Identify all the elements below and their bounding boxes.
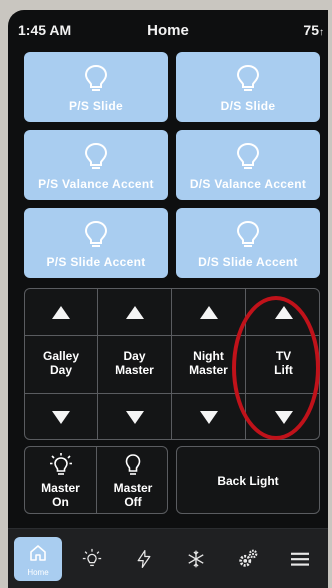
nav-menu-button[interactable] — [276, 537, 324, 581]
bulb-icon — [84, 142, 108, 169]
master-off-button[interactable]: Master Off — [97, 447, 169, 515]
bulb-icon — [84, 64, 108, 91]
bulb-icon — [236, 142, 260, 169]
day-master-up-button[interactable] — [98, 289, 171, 335]
light-tile-ds-slide-accent[interactable]: D/S Slide Accent — [176, 208, 320, 278]
light-tile-ps-slide-accent[interactable]: P/S Slide Accent — [24, 208, 168, 278]
light-tile-ps-slide[interactable]: P/S Slide — [24, 52, 168, 122]
gears-icon — [239, 549, 258, 567]
arrow-up-icon — [52, 306, 70, 319]
tile-label: D/S Slide — [220, 99, 276, 113]
back-light-label: Back Light — [217, 474, 279, 488]
master-on-label: Master On — [41, 481, 80, 509]
tile-label: D/S Valance Accent — [189, 177, 307, 191]
lift-day-master: Day Master — [98, 289, 171, 441]
tile-label: P/S Slide Accent — [46, 255, 146, 269]
night-master-up-button[interactable] — [172, 289, 245, 335]
nav-climate-button[interactable] — [172, 537, 220, 581]
light-tile-ds-valance-accent[interactable]: D/S Valance Accent — [176, 130, 320, 200]
arrow-down-icon — [52, 411, 70, 424]
galley-day-down-button[interactable] — [25, 394, 97, 441]
arrow-up-icon — [125, 306, 144, 319]
nav-power-button[interactable] — [120, 537, 168, 581]
status-bar: 1:45 AM Home 75↑ — [8, 10, 328, 46]
light-rays-icon — [82, 548, 102, 567]
arrow-down-icon — [199, 411, 218, 424]
nav-home-label: Home — [27, 568, 49, 577]
sun-bulb-icon — [50, 453, 72, 475]
tile-label: P/S Valance Accent — [38, 177, 154, 191]
nav-settings-button[interactable] — [224, 537, 272, 581]
master-on-button[interactable]: Master On — [25, 447, 96, 515]
day-master-down-button[interactable] — [98, 394, 171, 441]
light-tile-ps-valance-accent[interactable]: P/S Valance Accent — [24, 130, 168, 200]
night-master-down-button[interactable] — [172, 394, 245, 441]
back-light-button[interactable]: Back Light — [176, 446, 320, 514]
master-off-label: Master Off — [113, 481, 153, 509]
snowflake-icon — [188, 550, 204, 568]
nav-lighting-button[interactable] — [68, 537, 116, 581]
lightning-bolt-icon — [137, 550, 151, 568]
light-tile-ds-slide[interactable]: D/S Slide — [176, 52, 320, 122]
temperature-readout: 75↑ — [303, 22, 324, 38]
arrow-up-icon — [199, 306, 218, 319]
bulb-icon — [236, 64, 260, 91]
bulb-icon — [236, 220, 260, 247]
master-panel: Master On Master Off — [24, 446, 168, 514]
home-icon — [30, 545, 46, 561]
bulb-off-icon — [125, 454, 141, 475]
lift-label: Galley Day — [42, 349, 80, 377]
hamburger-menu-icon — [291, 552, 309, 566]
galley-day-up-button[interactable] — [25, 289, 97, 335]
tile-label: P/S Slide — [68, 99, 124, 113]
bulb-icon — [84, 220, 108, 247]
arrow-down-icon — [125, 411, 144, 424]
lift-label: Day Master — [115, 349, 154, 377]
temperature-icon: ↑ — [319, 27, 324, 38]
tile-label: D/S Slide Accent — [198, 255, 298, 269]
lift-galley-day: Galley Day — [25, 289, 97, 441]
nav-home-button[interactable]: Home — [14, 537, 62, 581]
page-title: Home — [147, 22, 189, 39]
bottom-nav: Home — [8, 528, 328, 588]
highlight-annotation-circle — [232, 296, 320, 440]
